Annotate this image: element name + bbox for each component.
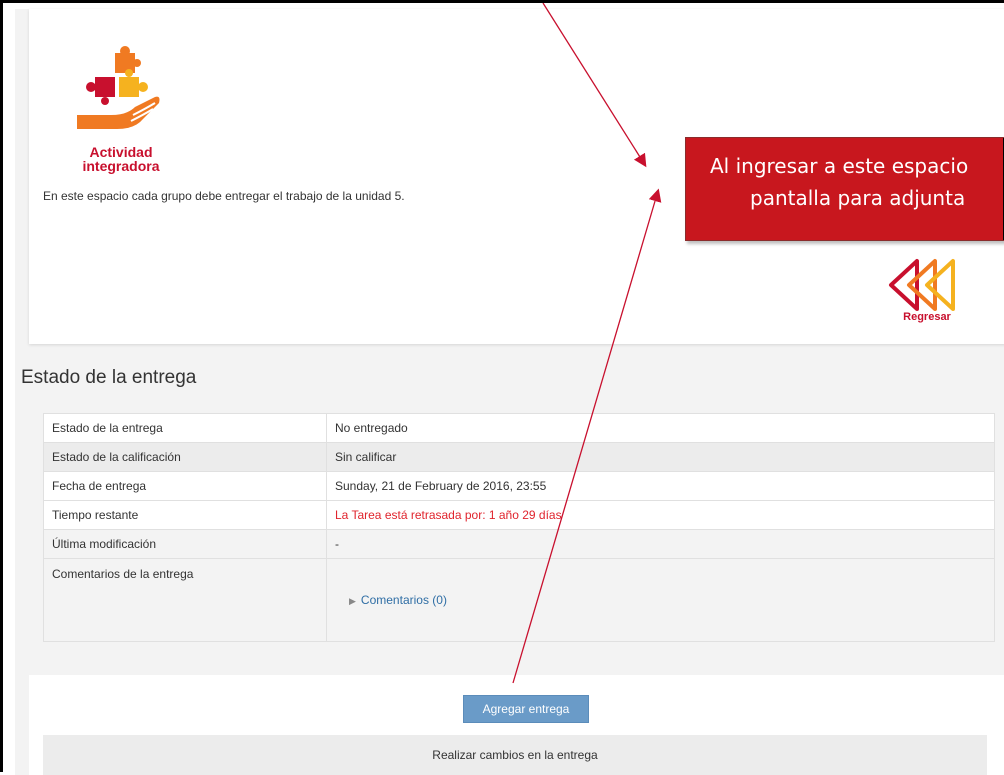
row-value: No entregado — [326, 413, 995, 443]
callout-line-1: Al ingresar a este espacio — [710, 154, 969, 178]
page-title: Estado de la entrega — [21, 367, 197, 388]
row-label: Comentarios de la entrega — [43, 558, 327, 642]
row-value: - — [326, 529, 995, 559]
table-row: Fecha de entrega Sunday, 21 de February … — [43, 471, 995, 501]
triangle-right-icon: ▶ — [349, 596, 356, 606]
changes-info-bar: Realizar cambios en la entrega — [43, 735, 987, 775]
row-label: Tiempo restante — [43, 500, 327, 530]
submission-actions-card: Agregar entrega Realizar cambios en la e… — [29, 675, 1004, 775]
row-label: Estado de la calificación — [43, 442, 327, 472]
row-label: Fecha de entrega — [43, 471, 327, 501]
row-label: Estado de la entrega — [43, 413, 327, 443]
table-row: Última modificación - — [43, 529, 995, 559]
comments-label: Comentarios (0) — [360, 593, 447, 607]
comments-cell: ▶ Comentarios (0) — [326, 558, 995, 642]
annotation-callout: Al ingresar a este espacio pantalla para… — [685, 137, 1004, 241]
table-row: Tiempo restante La Tarea está retrasada … — [43, 500, 995, 530]
back-label: Regresar — [903, 311, 951, 323]
activity-logo-text: Actividad integradora — [82, 144, 160, 174]
page-content: Actividad integradora En este espacio ca… — [15, 9, 1004, 775]
back-button[interactable]: Regresar — [887, 257, 967, 327]
row-value: Sunday, 21 de February de 2016, 23:55 — [326, 471, 995, 501]
row-value: Sin calificar — [326, 442, 995, 472]
row-value-overdue: La Tarea está retrasada por: 1 año 29 dí… — [326, 500, 995, 530]
table-row: Estado de la entrega No entregado — [43, 413, 995, 443]
rewind-back-icon — [889, 259, 955, 311]
table-row: Estado de la calificación Sin calificar — [43, 442, 995, 472]
callout-line-2: pantalla para adjunta — [750, 186, 966, 210]
table-row: Comentarios de la entrega ▶ Comentarios (… — [43, 558, 995, 642]
submission-status-table: Estado de la entrega No entregado Estado… — [43, 413, 995, 642]
comments-link[interactable]: ▶ Comentarios (0) — [349, 593, 447, 607]
screenshot-frame: Actividad integradora En este espacio ca… — [0, 0, 1004, 775]
row-label: Última modificación — [43, 529, 327, 559]
add-submission-button[interactable]: Agregar entrega — [463, 695, 589, 723]
activity-description: En este espacio cada grupo debe entregar… — [43, 189, 405, 203]
